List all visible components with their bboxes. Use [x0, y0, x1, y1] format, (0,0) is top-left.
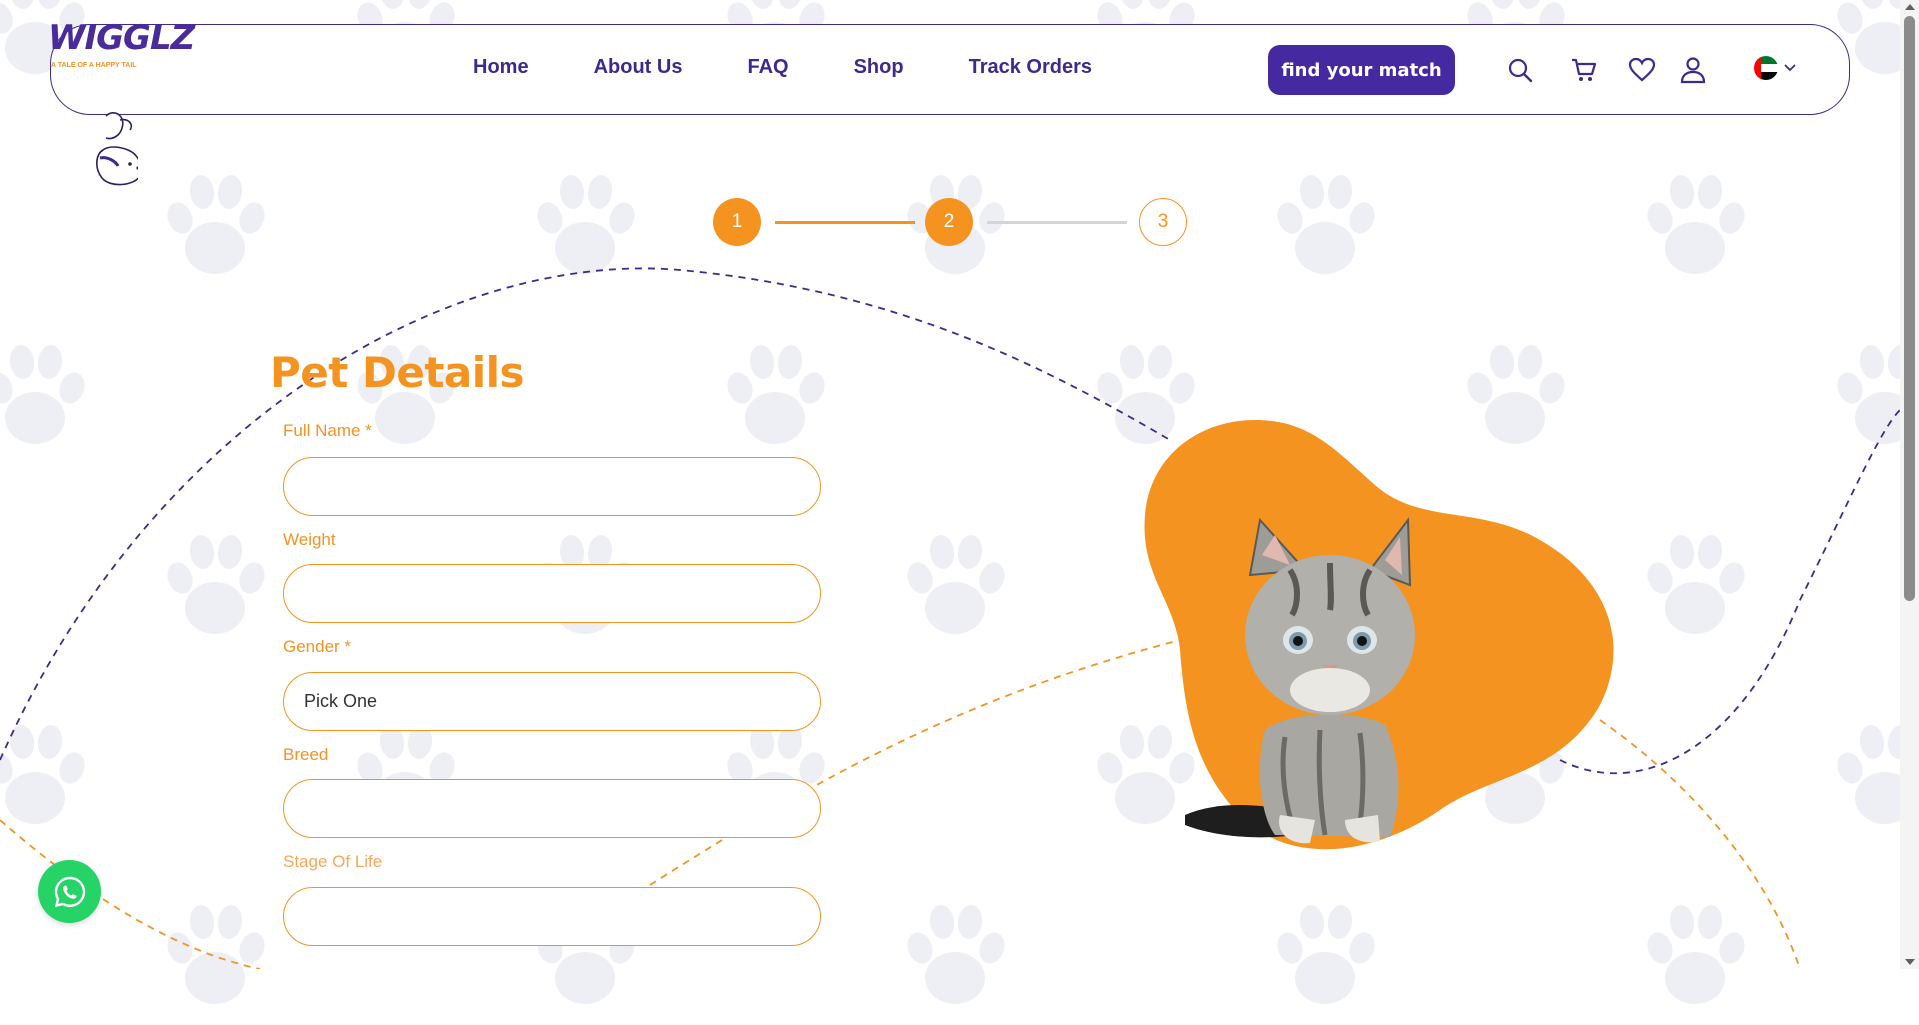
nav-faq[interactable]: FAQ [747, 56, 788, 79]
step-connector-2 [987, 221, 1127, 224]
paw-print-icon [1630, 890, 1760, 1020]
paw-print-icon [1630, 160, 1760, 290]
weight-label: Weight [283, 530, 336, 549]
dog-mascot-icon [96, 112, 138, 186]
user-icon[interactable] [1679, 56, 1707, 84]
paw-print-icon [890, 890, 1020, 1020]
paw-print-icon [1260, 890, 1390, 1020]
progress-stepper: 1 2 3 [713, 198, 1189, 250]
scroll-up-arrow[interactable] [1905, 4, 1915, 10]
nav-track-orders[interactable]: Track Orders [969, 56, 1092, 79]
gender-select[interactable]: Pick One [283, 672, 821, 731]
paw-print-icon [1630, 520, 1760, 650]
step-1: 1 [713, 198, 761, 246]
uae-flag-icon [1754, 56, 1778, 80]
stage-of-life-label: Stage Of Life [283, 852, 383, 871]
weight-input[interactable] [283, 564, 821, 623]
logo-wordmark: WIGGLZ [48, 18, 195, 58]
step-connector-1 [775, 221, 915, 224]
find-your-match-button[interactable]: find your match [1268, 45, 1455, 95]
breed-input[interactable] [283, 779, 821, 838]
full-name-input[interactable] [283, 457, 821, 516]
form-title: Pet Details [270, 348, 525, 397]
breed-label: Breed [283, 745, 329, 764]
scrollbar-thumb[interactable] [1904, 16, 1915, 601]
kitten-image [1185, 517, 1415, 844]
scroll-down-arrow[interactable] [1905, 959, 1915, 965]
brand-logo[interactable]: WIGGLZ A TALE OF A HAPPY TAIL [48, 18, 195, 186]
gender-select-value: Pick One [283, 672, 821, 731]
search-icon[interactable] [1506, 56, 1534, 84]
gender-label: Gender * [283, 637, 352, 656]
paw-print-icon [890, 520, 1020, 650]
heart-icon[interactable] [1628, 56, 1656, 84]
main-navigation: Home About Us FAQ Shop Track Orders [473, 56, 1157, 79]
chevron-down-icon [1784, 64, 1796, 72]
paw-print-icon [710, 330, 840, 460]
whatsapp-button[interactable] [38, 860, 101, 923]
paw-print-icon [150, 160, 280, 290]
step-2: 2 [925, 198, 973, 246]
language-selector[interactable] [1754, 56, 1796, 80]
stage-of-life-select-value [283, 887, 821, 946]
full-name-label: Full Name * [283, 421, 372, 440]
paw-print-icon [520, 160, 650, 290]
paw-print-icon [0, 330, 100, 460]
page-scrollbar[interactable] [1900, 0, 1919, 969]
nav-about-us[interactable]: About Us [594, 56, 683, 79]
cart-icon[interactable] [1570, 56, 1598, 84]
paw-print-icon [1260, 160, 1390, 290]
nav-home[interactable]: Home [473, 56, 529, 79]
whatsapp-icon [54, 876, 85, 907]
step-3: 3 [1139, 198, 1187, 246]
stage-of-life-select[interactable] [283, 887, 821, 946]
nav-shop[interactable]: Shop [854, 56, 904, 79]
paw-print-icon [150, 890, 280, 1020]
paw-print-icon [0, 710, 100, 840]
paw-print-icon [150, 520, 280, 650]
